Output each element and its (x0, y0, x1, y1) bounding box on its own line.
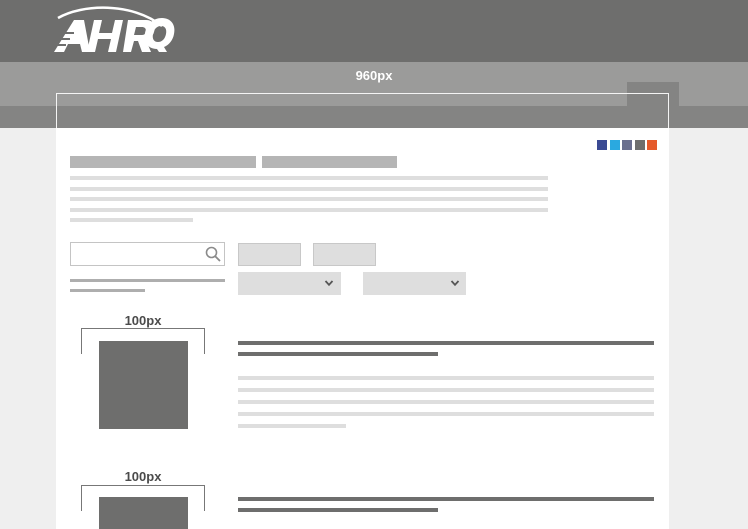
entry-title-line[interactable] (238, 508, 438, 512)
intro-text-line (70, 197, 548, 201)
page-title-placeholder (70, 156, 256, 168)
entry-title-line[interactable] (238, 341, 654, 345)
entry-title-line[interactable] (238, 497, 654, 501)
share-icon-4[interactable] (635, 140, 645, 150)
entry-text-line (238, 376, 654, 380)
intro-text-line (70, 187, 548, 191)
intro-text-line (70, 176, 548, 180)
entry-thumbnail[interactable] (99, 497, 188, 529)
share-icon-2[interactable] (610, 140, 620, 150)
entry-text-line (238, 388, 654, 392)
filter-button-2[interactable] (313, 243, 376, 266)
page-title-placeholder-2 (262, 156, 397, 168)
entry-text-line (238, 424, 346, 428)
layout-width-label: 960px (355, 68, 393, 83)
image-width-label: 100px (124, 469, 162, 484)
content-width-outline (56, 93, 669, 133)
entry-text-line (238, 412, 654, 416)
chevron-down-icon (450, 280, 460, 287)
entry-text-line (238, 400, 654, 404)
share-icon-5[interactable] (647, 140, 657, 150)
filter-label-line (70, 279, 225, 282)
entry-title-line[interactable] (238, 352, 438, 356)
entry-thumbnail[interactable] (99, 341, 188, 429)
filter-button-1[interactable] (238, 243, 301, 266)
image-width-label: 100px (124, 313, 162, 328)
chevron-down-icon (324, 280, 334, 287)
intro-text-line (70, 218, 193, 222)
share-icon-3[interactable] (622, 140, 632, 150)
intro-text-line (70, 208, 548, 212)
ahrq-logo[interactable] (52, 6, 176, 54)
share-icon-1[interactable] (597, 140, 607, 150)
filter-label-line (70, 289, 145, 292)
search-icon[interactable] (205, 246, 221, 262)
search-input[interactable] (70, 242, 225, 266)
